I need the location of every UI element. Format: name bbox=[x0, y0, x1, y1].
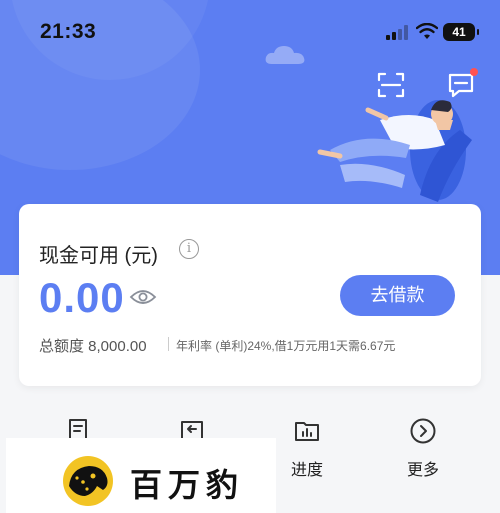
divider bbox=[168, 337, 169, 351]
interest-rate-info: 年利率 (单利)24%,借1万元用1天需6.67元 bbox=[176, 339, 396, 353]
message-icon[interactable] bbox=[446, 68, 478, 100]
total-quota: 总额度 8,000.00 bbox=[39, 338, 147, 355]
menu-item-label: 更多 bbox=[406, 462, 439, 479]
chart-folder-icon bbox=[295, 422, 319, 441]
available-amount: 0.00 bbox=[39, 274, 125, 321]
menu-item-more[interactable]: 更多 bbox=[383, 417, 463, 480]
credit-card-panel: 现金可用 (元) i 0.00 去借款 总额度 8,000.00 年利率 (单利… bbox=[19, 204, 481, 386]
signal-icon bbox=[386, 24, 408, 40]
person-relaxing-illustration bbox=[313, 100, 472, 202]
status-bar: 21:33 41 bbox=[0, 0, 500, 62]
scan-icon[interactable] bbox=[376, 70, 406, 100]
wifi-icon bbox=[416, 23, 438, 39]
brand-name: 百万豹 bbox=[130, 466, 245, 504]
borrow-button[interactable]: 去借款 bbox=[340, 275, 455, 316]
menu-item-label: 进度 bbox=[290, 462, 323, 479]
chevron-right-circle-icon bbox=[410, 418, 436, 444]
info-icon[interactable]: i bbox=[179, 239, 199, 259]
brand-watermark: 百万豹 bbox=[6, 438, 276, 513]
eye-icon[interactable] bbox=[129, 288, 157, 306]
notification-badge bbox=[470, 68, 478, 76]
menu-item-progress[interactable]: 进度 bbox=[267, 417, 347, 480]
available-cash-title: 现金可用 (元) bbox=[39, 245, 158, 267]
leopard-logo-icon bbox=[63, 456, 113, 506]
battery-indicator: 41 bbox=[443, 23, 479, 41]
status-time: 21:33 bbox=[40, 20, 97, 43]
